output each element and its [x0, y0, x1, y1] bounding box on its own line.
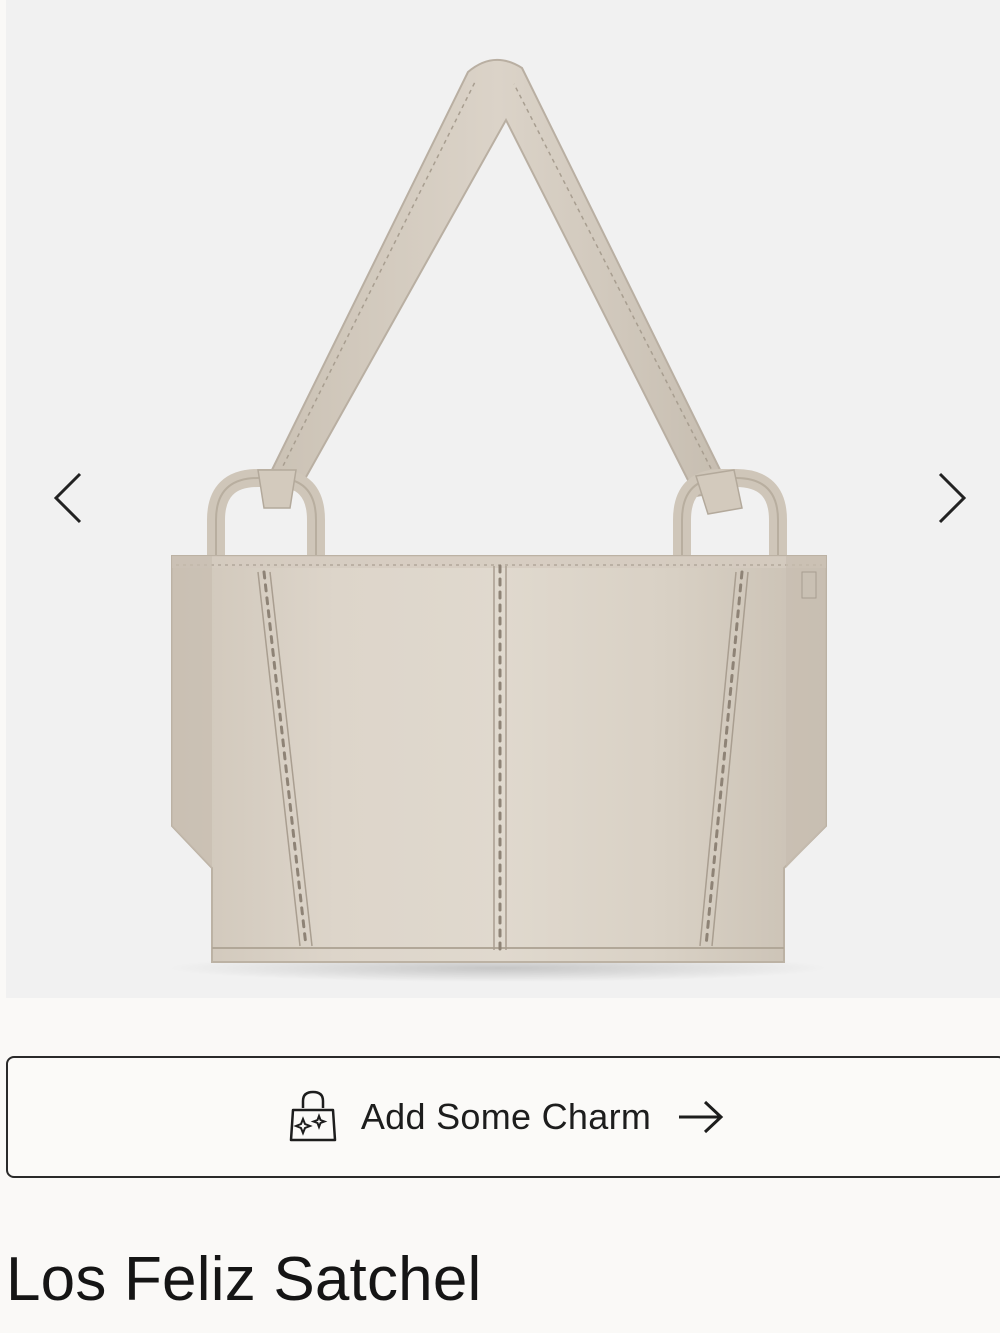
next-image-button[interactable]: [922, 468, 982, 528]
chevron-right-icon: [938, 472, 967, 524]
chevron-left-icon: [53, 472, 82, 524]
add-some-charm-label: Add Some Charm: [360, 1096, 652, 1137]
shopping-bag-sparkle-icon: [289, 1090, 337, 1142]
previous-image-button[interactable]: [38, 468, 98, 528]
product-image-gallery: [6, 0, 1000, 998]
product-image: [168, 59, 828, 982]
add-some-charm-button[interactable]: Add Some Charm: [6, 1056, 1000, 1178]
arrow-right-icon: [679, 1100, 724, 1134]
product-title: Los Feliz Satchel: [6, 1245, 482, 1314]
product-page: Add Some Charm Los Feliz Satchel: [0, 0, 1000, 1333]
